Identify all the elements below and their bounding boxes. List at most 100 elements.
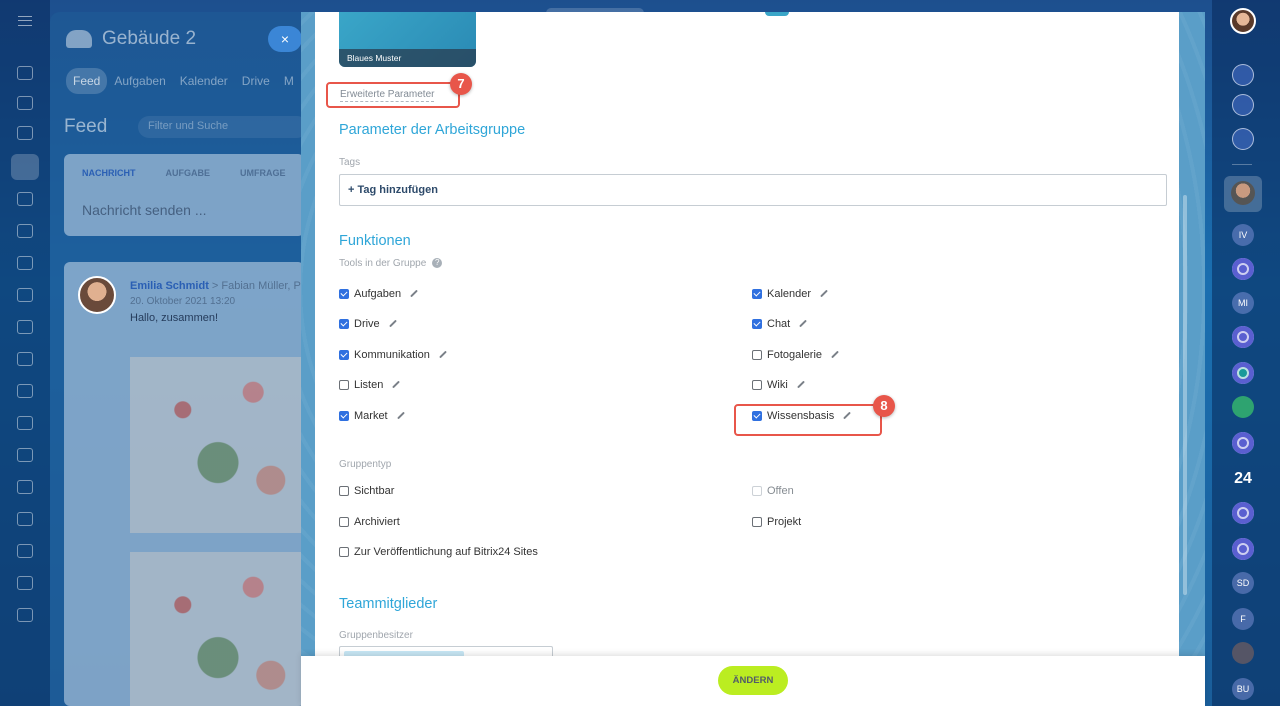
group-chat-icon[interactable] [1232, 326, 1254, 348]
pencil-icon[interactable] [410, 290, 418, 298]
document-icon[interactable] [17, 126, 33, 140]
funnel-icon[interactable] [17, 416, 33, 430]
tasks-icon[interactable] [17, 96, 33, 110]
user-avatar-small[interactable] [1232, 642, 1254, 664]
pencil-icon[interactable] [397, 412, 405, 420]
selected-chat[interactable] [1224, 176, 1262, 212]
tool-listen[interactable]: Listen [339, 379, 400, 391]
tool-wiki[interactable]: Wiki [752, 379, 805, 391]
checkbox[interactable] [339, 350, 349, 360]
type-archiviert[interactable]: Archiviert [339, 516, 400, 528]
workgroup-icon [66, 30, 92, 48]
save-button[interactable]: ÄNDERN [718, 666, 788, 695]
checkbox[interactable] [339, 486, 349, 496]
tab-drive[interactable]: Drive [235, 68, 277, 94]
user-badge[interactable]: MI [1232, 292, 1254, 314]
type-bitrix-sites[interactable]: Zur Veröffentlichung auf Bitrix24 Sites [339, 546, 538, 558]
checkbox[interactable] [752, 380, 762, 390]
checkbox[interactable] [339, 289, 349, 299]
bell-icon[interactable] [1232, 64, 1254, 86]
help-icon[interactable]: ? [432, 258, 443, 269]
post-image[interactable] [130, 357, 306, 533]
checkbox[interactable] [752, 517, 762, 527]
post-image[interactable] [130, 552, 306, 706]
tab-tasks[interactable]: Aufgaben [107, 68, 172, 94]
checkbox [752, 486, 762, 496]
clock-icon[interactable] [17, 608, 33, 622]
cart-icon[interactable] [17, 384, 33, 398]
avatar[interactable] [78, 276, 116, 314]
tool-drive[interactable]: Drive [339, 318, 397, 330]
copilot-icon[interactable] [1232, 94, 1254, 116]
check-icon[interactable] [17, 320, 33, 334]
home-icon[interactable] [17, 66, 33, 80]
user-badge[interactable]: IV [1232, 224, 1254, 246]
tags-input[interactable]: + Tag hinzufügen [339, 174, 1167, 206]
tool-kalender[interactable]: Kalender [752, 288, 828, 300]
checkbox[interactable] [752, 289, 762, 299]
pencil-icon[interactable] [820, 290, 828, 298]
storage-icon[interactable] [17, 512, 33, 526]
add-tag-button[interactable]: + Tag hinzufügen [348, 184, 438, 196]
user-badge[interactable]: F [1232, 608, 1254, 630]
group-chat-icon[interactable] [1232, 258, 1254, 280]
user-badge[interactable]: BU [1232, 678, 1254, 700]
chat-icon[interactable] [1232, 128, 1254, 150]
tab-calendar[interactable]: Kalender [173, 68, 235, 94]
pencil-icon[interactable] [799, 320, 807, 328]
contacts-icon[interactable] [17, 544, 33, 558]
composer-tab-message[interactable]: NACHRICHT [82, 168, 136, 178]
group-chat-icon[interactable] [1232, 502, 1254, 524]
user-avatar[interactable] [1230, 8, 1256, 34]
menu-icon[interactable] [18, 16, 32, 26]
lock-icon[interactable] [1232, 396, 1254, 418]
pencil-icon[interactable] [389, 320, 397, 328]
checkbox[interactable] [752, 350, 762, 360]
tool-kommunikation[interactable]: Kommunikation [339, 349, 447, 361]
pencil-icon[interactable] [831, 351, 839, 359]
tool-aufgaben[interactable]: Aufgaben [339, 288, 418, 300]
composer-tab-poll[interactable]: UMFRAGE [240, 168, 286, 178]
tab-feed[interactable]: Feed [66, 68, 108, 94]
post-author[interactable]: Emilia Schmidt > Fabian Müller, P [130, 280, 301, 292]
checkbox[interactable] [339, 547, 349, 557]
type-label: Projekt [767, 516, 802, 528]
type-label: Zur Veröffentlichung auf Bitrix24 Sites [354, 546, 538, 558]
file-icon[interactable] [17, 192, 33, 206]
pencil-icon[interactable] [797, 381, 805, 389]
chart-icon[interactable] [17, 352, 33, 366]
tab-more[interactable]: M [277, 68, 301, 94]
checkbox[interactable] [339, 517, 349, 527]
group-image-thumbnail[interactable]: Blaues Muster [339, 12, 476, 67]
pencil-icon[interactable] [392, 381, 400, 389]
checkbox[interactable] [752, 319, 762, 329]
checkbox[interactable] [339, 411, 349, 421]
calendar-icon[interactable] [17, 288, 33, 302]
composer-input[interactable]: Nachricht senden ... [82, 202, 207, 218]
pencil-icon[interactable] [439, 351, 447, 359]
task-chat-icon[interactable] [1232, 362, 1254, 384]
scrollbar[interactable] [1183, 195, 1187, 595]
type-sichtbar[interactable]: Sichtbar [339, 485, 394, 497]
monitor-icon[interactable] [17, 256, 33, 270]
users-icon[interactable] [17, 576, 33, 590]
type-projekt[interactable]: Projekt [752, 516, 801, 528]
composer-tab-task[interactable]: AUFGABE [166, 168, 211, 178]
sign-icon[interactable] [17, 480, 33, 494]
close-slider-button[interactable]: × [268, 26, 302, 52]
tool-fotogalerie[interactable]: Fotogalerie [752, 349, 839, 361]
groups-icon[interactable] [11, 154, 39, 180]
drive-icon[interactable] [17, 224, 33, 238]
feed-search-input[interactable]: Filter und Suche [138, 116, 308, 138]
checkbox[interactable] [339, 380, 349, 390]
bitrix24-icon[interactable]: 24 [1230, 466, 1256, 492]
step-badge: 8 [873, 395, 895, 417]
post-author-name[interactable]: Emilia Schmidt [130, 280, 209, 292]
group-chat-icon[interactable] [1232, 538, 1254, 560]
settings-icon[interactable] [17, 448, 33, 462]
tool-chat[interactable]: Chat [752, 318, 807, 330]
user-badge[interactable]: SD [1232, 572, 1254, 594]
checkbox[interactable] [339, 319, 349, 329]
tool-market[interactable]: Market [339, 410, 405, 422]
group-chat-icon[interactable] [1232, 432, 1254, 454]
